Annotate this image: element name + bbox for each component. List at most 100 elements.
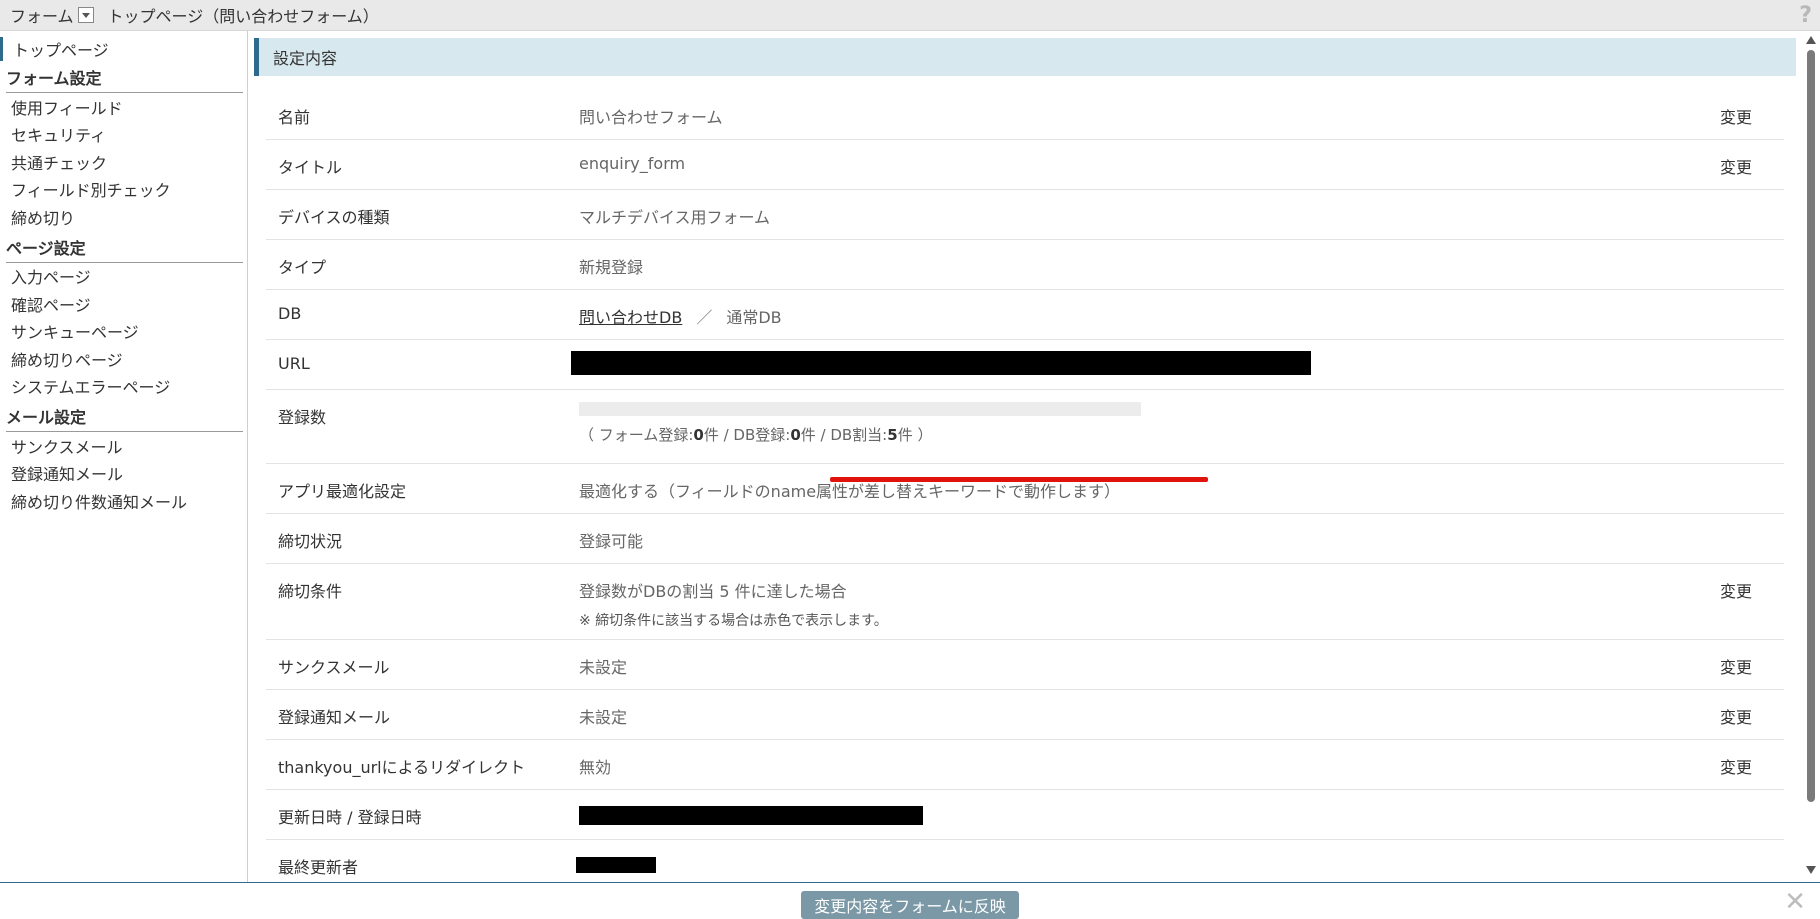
row-value: 問い合わせフォーム [579, 108, 723, 127]
row-redirect: thankyou_urlによるリダイレクト 無効 変更 [266, 740, 1784, 790]
sidebar-item-thanks-mail[interactable]: サンクスメール [0, 432, 247, 460]
breadcrumb: トップページ（問い合わせフォーム） [107, 7, 379, 26]
row-value: 無効 [579, 758, 612, 777]
sidebar-item-deadline-page[interactable]: 締め切りページ [0, 345, 247, 373]
sidebar-item-deadline[interactable]: 締め切り [0, 203, 247, 231]
close-icon[interactable]: ✕ [1784, 889, 1806, 915]
registration-counts: （ フォーム登録:0件 / DB登録:0件 / DB割当:5件 ） [579, 424, 1784, 445]
sidebar-heading-form-settings: フォーム設定 [6, 67, 243, 93]
sidebar-heading-mail-settings: メール設定 [6, 406, 243, 432]
row-value: 登録数がDBの割当 5 件に達した場合 ※ 締切条件に該当する場合は赤色で表示し… [579, 564, 1784, 639]
row-label: 名前 [278, 108, 311, 127]
change-title-button[interactable]: 変更 [1720, 154, 1752, 178]
footer-bar: 変更内容をフォームに反映 ✕ [0, 882, 1820, 919]
row-label: URL [278, 354, 310, 373]
highlight-underline [830, 477, 1208, 482]
condition-text: 登録数がDBの割当 5 件に達した場合 [579, 582, 847, 601]
db-separator: ／ [696, 308, 713, 327]
change-name-button[interactable]: 変更 [1720, 104, 1752, 128]
top-bar: フォーム トップページ（問い合わせフォーム） ? [0, 0, 1820, 31]
sidebar-item-security[interactable]: セキュリティ [0, 121, 247, 149]
row-value [571, 340, 1784, 389]
change-redirect-button[interactable]: 変更 [1720, 754, 1752, 778]
form-menu[interactable]: フォーム [10, 3, 94, 27]
sidebar: トップページ フォーム設定 使用フィールド セキュリティ 共通チェック フィール… [0, 31, 248, 882]
row-db: DB 問い合わせDB ／ 通常DB [266, 290, 1784, 340]
sidebar-item-confirm-page[interactable]: 確認ページ [0, 290, 247, 318]
help-icon[interactable]: ? [1799, 3, 1812, 28]
row-label: アプリ最適化設定 [278, 482, 407, 501]
db-alloc-count: 5 [887, 426, 898, 444]
sidebar-item-field-check[interactable]: フィールド別チェック [0, 176, 247, 204]
row-label: タイプ [278, 258, 327, 277]
row-value: （ フォーム登録:0件 / DB登録:0件 / DB割当:5件 ） [579, 390, 1784, 463]
row-value: 未設定 [579, 708, 628, 727]
registration-progress-bar [579, 402, 1141, 416]
db-link[interactable]: 問い合わせDB [579, 308, 682, 327]
row-value: マルチデバイス用フォーム [579, 208, 771, 227]
row-value: 登録可能 [579, 532, 644, 551]
counts-text: （ フォーム登録: [579, 426, 694, 444]
db-count: 0 [790, 426, 801, 444]
row-type: タイプ 新規登録 [266, 240, 1784, 290]
row-label: デバイスの種類 [278, 208, 390, 227]
row-label: 登録通知メール [278, 708, 391, 727]
scroll-thumb[interactable] [1807, 50, 1815, 802]
sidebar-item-system-error-page[interactable]: システムエラーページ [0, 373, 247, 401]
row-title: タイトル enquiry_form 変更 [266, 140, 1784, 190]
sidebar-item-input-page[interactable]: 入力ページ [0, 263, 247, 291]
redacted-url [571, 351, 1311, 375]
form-menu-label: フォーム [10, 7, 74, 26]
row-last-editor: 最終更新者 [266, 840, 1784, 882]
sidebar-heading-page-settings: ページ設定 [6, 237, 243, 263]
sidebar-item-notify-mail[interactable]: 登録通知メール [0, 460, 247, 488]
counts-text: 件 / DB割当: [800, 426, 888, 444]
sidebar-item-top-page[interactable]: トップページ [0, 37, 247, 61]
apply-changes-button[interactable]: 変更内容をフォームに反映 [801, 891, 1019, 919]
row-label: タイトル [278, 158, 343, 177]
change-condition-button[interactable]: 変更 [1720, 578, 1752, 602]
row-value [579, 790, 1784, 839]
redacted-editor [576, 857, 656, 873]
counts-text: 件 ） [897, 426, 933, 444]
row-device: デバイスの種類 マルチデバイス用フォーム [266, 190, 1784, 240]
scroll-down-icon[interactable] [1806, 866, 1816, 874]
settings-table: 名前 問い合わせフォーム 変更 タイトル enquiry_form 変更 デバイ… [266, 90, 1784, 882]
sidebar-item-thankyou-page[interactable]: サンキューページ [0, 318, 247, 346]
sidebar-item-deadline-count-mail[interactable]: 締め切り件数通知メール [0, 487, 247, 515]
counts-text: 件 / DB登録: [703, 426, 791, 444]
row-label: DB [278, 304, 302, 323]
row-label: thankyou_urlによるリダイレクト [278, 758, 526, 777]
row-label: 更新日時 / 登録日時 [278, 808, 422, 827]
row-deadline-status: 締切状況 登録可能 [266, 514, 1784, 564]
sidebar-item-common-check[interactable]: 共通チェック [0, 148, 247, 176]
sidebar-item-fields[interactable]: 使用フィールド [0, 93, 247, 121]
change-notify-mail-button[interactable]: 変更 [1720, 704, 1752, 728]
row-name: 名前 問い合わせフォーム 変更 [266, 90, 1784, 140]
row-deadline-condition: 締切条件 登録数がDBの割当 5 件に達した場合 ※ 締切条件に該当する場合は赤… [266, 564, 1784, 640]
row-label: 締切状況 [278, 532, 343, 551]
db-type: 通常DB [726, 308, 782, 327]
scrollbar[interactable] [1804, 36, 1818, 882]
main-content: 設定内容 名前 問い合わせフォーム 変更 タイトル enquiry_form 変… [248, 31, 1796, 882]
row-label: 最終更新者 [278, 858, 359, 877]
row-value: 問い合わせDB ／ 通常DB [579, 290, 1784, 339]
row-notify-mail: 登録通知メール 未設定 変更 [266, 690, 1784, 740]
form-count: 0 [693, 426, 704, 444]
row-value [576, 840, 1784, 882]
row-dates: 更新日時 / 登録日時 [266, 790, 1784, 840]
row-thanks-mail: サンクスメール 未設定 変更 [266, 640, 1784, 690]
row-value: enquiry_form [579, 154, 686, 173]
row-app-optimization: アプリ最適化設定 最適化する（フィールドのname属性が差し替えキーワードで動作… [266, 464, 1784, 514]
row-label: サンクスメール [278, 658, 390, 677]
row-count: 登録数 （ フォーム登録:0件 / DB登録:0件 / DB割当:5件 ） [266, 390, 1784, 464]
scroll-up-icon[interactable] [1806, 36, 1816, 44]
condition-note: ※ 締切条件に該当する場合は赤色で表示します。 [579, 613, 888, 629]
row-value: 最適化する（フィールドのname属性が差し替えキーワードで動作します） [579, 482, 1121, 501]
row-label: 登録数 [278, 408, 327, 427]
dropdown-icon[interactable] [77, 7, 94, 23]
redacted-dates [579, 806, 923, 825]
row-label: 締切条件 [278, 582, 343, 601]
row-url: URL [266, 340, 1784, 390]
change-thanks-mail-button[interactable]: 変更 [1720, 654, 1752, 678]
